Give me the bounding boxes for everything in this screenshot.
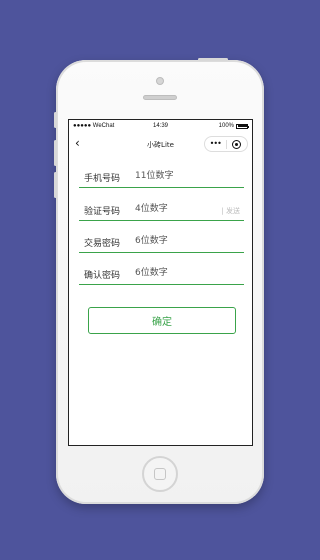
- camera-icon: [156, 77, 164, 85]
- phone-volume-up: [54, 140, 57, 166]
- close-target-icon[interactable]: [227, 139, 248, 149]
- battery-area: 100%: [218, 123, 249, 129]
- home-square-icon: [154, 468, 166, 480]
- speaker-grille: [143, 95, 177, 100]
- battery-fill: [237, 125, 247, 127]
- confirm-password-input[interactable]: [135, 265, 205, 281]
- confirm-button[interactable]: 确定: [88, 307, 236, 334]
- menu-capsule: •••: [204, 136, 248, 152]
- phone-volume-down: [54, 172, 57, 198]
- phone-number-input[interactable]: [135, 168, 205, 184]
- verification-row: 验证号码 | 发送: [79, 193, 244, 221]
- verification-label: 验证号码: [84, 207, 121, 217]
- verification-input[interactable]: [135, 201, 205, 217]
- battery-percent: 100%: [218, 123, 234, 129]
- home-button[interactable]: [142, 456, 178, 492]
- clock-label: 14:39: [153, 123, 169, 129]
- battery-icon: [236, 123, 249, 129]
- trade-password-input[interactable]: [135, 233, 205, 249]
- status-bar: ●●●●● WeChat 14:39 100%: [69, 120, 252, 134]
- nav-bar: ‹ 小砖Lite •••: [69, 134, 252, 154]
- phone-side-button: [54, 112, 57, 128]
- phone-number-row: 手机号码: [79, 160, 244, 188]
- app-screen: ●●●●● WeChat 14:39 100% ‹ 小砖Lite ••• 手机号…: [68, 119, 253, 446]
- confirm-password-label: 确认密码: [84, 271, 121, 281]
- more-dots-icon[interactable]: •••: [205, 140, 226, 148]
- send-code-button[interactable]: | 发送: [221, 206, 240, 216]
- trade-password-row: 交易密码: [79, 225, 244, 253]
- phone-number-label: 手机号码: [84, 174, 121, 184]
- phone-power-button: [198, 58, 228, 61]
- confirm-password-row: 确认密码: [79, 257, 244, 285]
- carrier-label: ●●●●● WeChat: [73, 123, 115, 129]
- trade-password-label: 交易密码: [84, 239, 121, 249]
